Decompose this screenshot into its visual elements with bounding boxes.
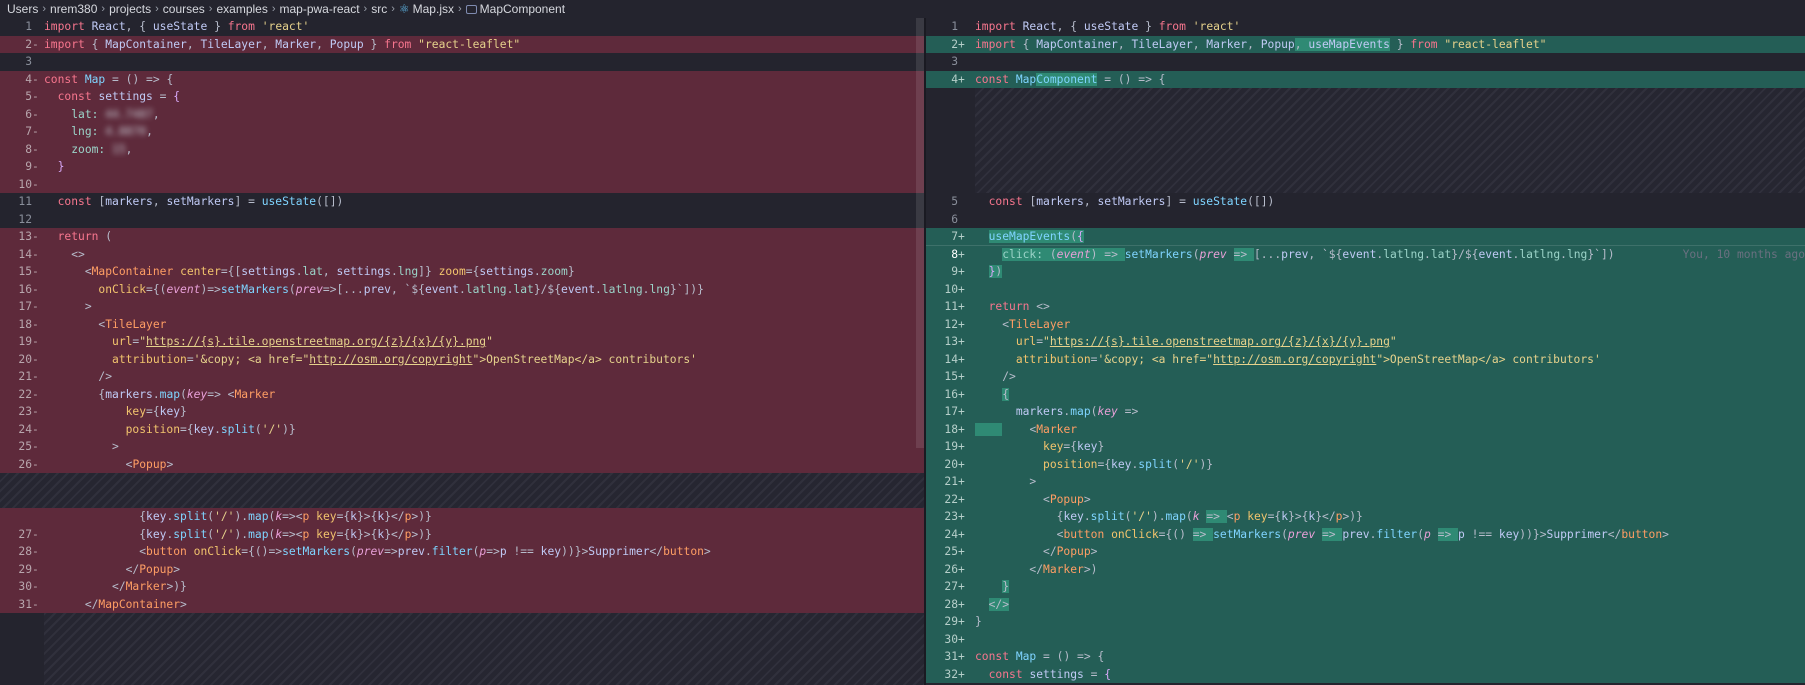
chevron-right-icon: ›	[155, 3, 159, 15]
code-line-deleted[interactable]: {key.split('/').map(k=><p key={k}>{k}</p…	[0, 508, 926, 526]
code-line-added[interactable]: 29 +}	[926, 613, 1805, 631]
code-line-deleted[interactable]: 25- >	[0, 438, 926, 456]
code-line-added[interactable]: 23 + {key.split('/').map(k => <p key={k}>…	[926, 508, 1805, 526]
code-line-added[interactable]: 22 + <Popup>	[926, 490, 1805, 508]
breadcrumb-item[interactable]: map-pwa-react	[280, 2, 360, 16]
code-line-deleted[interactable]: 13- return (	[0, 228, 926, 246]
code-line[interactable]: 11 const [markers, setMarkers] = useStat…	[0, 193, 926, 211]
diff-original-pane[interactable]: 1 import React, { useState } from 'react'…	[0, 18, 926, 685]
code-line-added[interactable]: 4 + const MapComponent = () => {	[926, 70, 1805, 88]
code-line-deleted[interactable]: 23- key={key}	[0, 403, 926, 421]
code-line-added[interactable]: 15 + />	[926, 368, 1805, 386]
code-line[interactable]: 5 const [markers, setMarkers] = useState…	[926, 193, 1805, 211]
code-line-deleted[interactable]: 4- const Map = () => {	[0, 70, 926, 88]
code-line[interactable]: 1 import React, { useState } from 'react'	[926, 18, 1805, 36]
code-line-added[interactable]: 10 +	[926, 280, 1805, 298]
code-line-added[interactable]: 19 + key={key}	[926, 438, 1805, 456]
blurred-value: 44.7487	[105, 107, 153, 121]
chevron-right-icon: ›	[391, 3, 395, 15]
code-line-deleted[interactable]: 6- lat: 44.7487,	[0, 105, 926, 123]
code-line-deleted[interactable]: 8- zoom: 15,	[0, 140, 926, 158]
code-line-added[interactable]: 24 + <button onClick={() => setMarkers(pr…	[926, 525, 1805, 543]
code-line-deleted[interactable]: 29- </Popup>	[0, 560, 926, 578]
code-line-added[interactable]: 32 + const settings = {	[926, 665, 1805, 683]
code-line-added[interactable]: 11 + return <>	[926, 298, 1805, 316]
blurred-value: 15	[112, 142, 126, 156]
code-line-added[interactable]: 27 + }	[926, 578, 1805, 596]
code-line-added[interactable]: 25 + </Popup>	[926, 543, 1805, 561]
breadcrumb-item[interactable]: src	[371, 2, 387, 16]
code-line-deleted[interactable]: 19- url="https://{s}.tile.openstreetmap.…	[0, 333, 926, 351]
chevron-right-icon: ›	[42, 3, 47, 15]
code-line-deleted[interactable]: 9- }	[0, 158, 926, 176]
code-line-deleted[interactable]: 15- <MapContainer center={[settings.lat,…	[0, 263, 926, 281]
code-line-deleted[interactable]: 17- >	[0, 298, 926, 316]
code-line-deleted[interactable]: 10-	[0, 175, 926, 193]
code-line-deleted[interactable]: 18- <TileLayer	[0, 315, 926, 333]
react-file-icon: ⚛	[398, 2, 410, 16]
code-line-added[interactable]: 28 + </>	[926, 595, 1805, 613]
breadcrumb-symbol[interactable]: MapComponent	[480, 2, 565, 16]
code-line-added[interactable]: 21 + >	[926, 473, 1805, 491]
code-line-added[interactable]: 26 + </Marker>)	[926, 560, 1805, 578]
code-line-deleted[interactable]: 5- const settings = {	[0, 88, 926, 106]
code-line-added[interactable]: 30 +	[926, 630, 1805, 648]
breadcrumb-item[interactable]: examples	[216, 2, 267, 16]
code-line-deleted[interactable]: 20- attribution='&copy; <a href="http://…	[0, 350, 926, 368]
code-line-deleted[interactable]: 31- </MapContainer>	[0, 595, 926, 613]
code-line-added[interactable]: 2 + import { MapContainer, TileLayer, Mark…	[926, 35, 1805, 53]
blurred-value: 4.8870	[105, 125, 147, 138]
code-line-deleted[interactable]: 27- {key.split('/').map(k=><p key={k}>{k…	[0, 525, 926, 543]
code-line-added-current[interactable]: 8 + click: (event) => setMarkers(prev => …	[926, 244, 1805, 264]
code-line[interactable]: 1 import React, { useState } from 'react'	[0, 18, 926, 36]
chevron-right-icon: ›	[208, 3, 213, 15]
code-line-added[interactable]: 13 + url="https://{s}.tile.openstreetmap.…	[926, 333, 1805, 351]
code-line-deleted[interactable]: 28- <button onClick={()=>setMarkers(prev…	[0, 543, 926, 561]
code-line-added[interactable]: 20 + position={key.split('/')}	[926, 455, 1805, 473]
code-line-deleted[interactable]: 24- position={key.split('/')}	[0, 420, 926, 438]
git-blame-annotation: You, 10 months ago • feat(Map	[1682, 247, 1805, 261]
code-line-deleted[interactable]: 2- import { MapContainer, TileLayer, Mark…	[0, 35, 926, 53]
code-line-added[interactable]: 12 + <TileLayer	[926, 315, 1805, 333]
chevron-right-icon: ›	[101, 3, 106, 15]
code-line-deleted[interactable]: 7- lng: 4.8870,	[0, 123, 926, 141]
code-line-added[interactable]: 9 + })	[926, 263, 1805, 281]
diff-filler	[975, 88, 1805, 193]
code-line-added[interactable]: 14 + attribution='&copy; <a href="http://…	[926, 350, 1805, 368]
scrollbar[interactable]	[916, 18, 924, 448]
code-line-deleted[interactable]: 21- />	[0, 368, 926, 386]
code-line-deleted[interactable]: 16- onClick={(event)=>setMarkers(prev=>[…	[0, 280, 926, 298]
chevron-right-icon: ›	[457, 3, 462, 15]
code-line[interactable]: 3	[926, 53, 1805, 71]
chevron-right-icon: ›	[271, 3, 276, 15]
code-line-deleted[interactable]: 22- {markers.map(key=> <Marker	[0, 385, 926, 403]
code-line[interactable]: 6	[926, 211, 1805, 229]
breadcrumb-item[interactable]: Users	[7, 2, 38, 16]
chevron-right-icon: ›	[363, 3, 368, 15]
code-line[interactable]: 12	[0, 211, 926, 229]
code-line-added[interactable]: 31 + const Map = () => {	[926, 648, 1805, 666]
code-line-deleted[interactable]: 30- </Marker>)}	[0, 578, 926, 596]
breadcrumb-item[interactable]: projects	[109, 2, 151, 16]
breadcrumb-item[interactable]: courses	[163, 2, 205, 16]
code-line-added[interactable]: 18 + <Marker	[926, 420, 1805, 438]
symbol-icon	[465, 4, 477, 14]
code-line-deleted[interactable]: 26- <Popup>	[0, 455, 926, 473]
breadcrumb-file[interactable]: Map.jsx	[413, 2, 454, 16]
code-line-added[interactable]: 16 + {	[926, 385, 1805, 403]
code-line-added[interactable]: 17 + markers.map(key =>	[926, 403, 1805, 421]
code-line-deleted[interactable]: 14- <>	[0, 245, 926, 263]
code-line-added[interactable]: 7 + useMapEvents({	[926, 228, 1805, 246]
breadcrumb: Users › nrem380 › projects › courses › examp…	[0, 0, 1805, 18]
diff-filler	[0, 473, 926, 508]
code-line[interactable]: 3	[0, 53, 926, 71]
diff-modified-pane[interactable]: 1 import React, { useState } from 'react'…	[926, 18, 1805, 685]
breadcrumb-item[interactable]: nrem380	[50, 2, 97, 16]
